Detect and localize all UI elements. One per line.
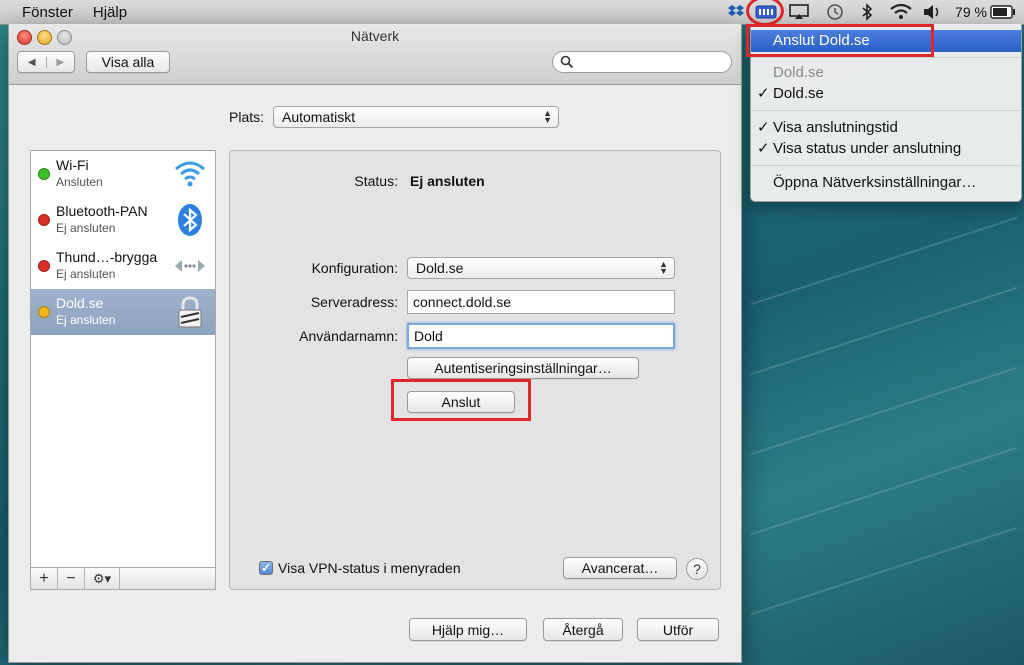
username-field[interactable] xyxy=(407,323,675,349)
updown-arrows-icon: ▲ ▼ xyxy=(543,108,552,125)
wifi-tray-icon[interactable] xyxy=(886,0,916,24)
authentication-settings-button[interactable]: Autentiseringsinställningar… xyxy=(407,357,639,379)
status-value: Ej ansluten xyxy=(410,173,485,189)
menu-item-show-connection-time[interactable]: ✓ Visa anslutningstid xyxy=(751,117,1021,139)
service-list: Wi-Fi Ansluten Bluetooth-PAN Ej ansluten… xyxy=(30,150,216,568)
add-service-button[interactable]: + xyxy=(31,568,58,589)
service-status: Ej ansluten xyxy=(56,267,116,281)
dropbox-icon[interactable] xyxy=(724,0,748,24)
service-status: Ej ansluten xyxy=(56,221,116,235)
status-dot xyxy=(38,214,50,226)
back-arrow-icon[interactable]: ◀ xyxy=(18,56,47,68)
vpn-status-menu: Anslut Dold.se Dold.se ✓ Dold.se ✓ Visa … xyxy=(750,24,1022,202)
menu-fonster[interactable]: Fönster xyxy=(0,4,83,21)
revert-button[interactable]: Återgå xyxy=(543,618,623,641)
show-all-button[interactable]: Visa alla xyxy=(86,51,170,73)
location-select[interactable]: Automatiskt ▲ ▼ xyxy=(273,106,559,128)
menu-separator xyxy=(751,57,1021,58)
window-title: Nätverk xyxy=(350,28,400,44)
back-forward-buttons[interactable]: ◀ ▶ xyxy=(17,51,75,73)
time-machine-icon[interactable] xyxy=(822,0,848,24)
menu-item-open-network-preferences[interactable]: Öppna Nätverksinställningar… xyxy=(751,172,1021,194)
advanced-button[interactable]: Avancerat… xyxy=(563,557,677,579)
forward-arrow-icon[interactable]: ▶ xyxy=(47,57,75,68)
search-icon xyxy=(560,55,574,69)
service-item-thunderbolt-bridge[interactable]: Thund…-brygga Ej ansluten xyxy=(31,243,215,289)
checkmark-icon: ✓ xyxy=(757,119,770,136)
status-dot xyxy=(38,260,50,272)
volume-icon[interactable] xyxy=(920,0,944,24)
menu-item-dold-se-header: Dold.se xyxy=(751,62,1021,84)
menu-item-dold-se[interactable]: ✓ Dold.se xyxy=(751,83,1021,105)
location-label: Plats: xyxy=(229,109,265,125)
bluetooth-icon xyxy=(178,204,202,236)
title-bar: Nätverk ◀ ▶ Visa alla xyxy=(9,24,741,85)
help-me-button[interactable]: Hjälp mig… xyxy=(409,618,527,641)
server-address-field[interactable] xyxy=(407,290,675,314)
configuration-label: Konfiguration: xyxy=(311,260,398,276)
service-list-toolbar: + − ⚙▾ xyxy=(30,568,216,590)
menu-item-label: Visa anslutningstid xyxy=(773,119,898,136)
status-dot xyxy=(38,306,50,318)
airplay-icon[interactable] xyxy=(786,0,812,24)
location-value: Automatiskt xyxy=(282,109,356,125)
menu-item-label: Dold.se xyxy=(773,64,824,81)
vpn-lock-icon xyxy=(178,296,202,328)
menu-item-label: Öppna Nätverksinställningar… xyxy=(773,174,977,191)
status-label: Status: xyxy=(354,173,398,189)
wallpaper-wave xyxy=(750,446,1018,536)
menu-item-label: Visa status under anslutning xyxy=(773,140,962,157)
search-input[interactable] xyxy=(579,54,729,72)
menu-item-label: Dold.se xyxy=(773,85,824,102)
wallpaper-wave xyxy=(750,216,1018,306)
checkmark-icon: ✓ xyxy=(757,140,770,157)
menu-separator xyxy=(751,165,1021,166)
vpn-detail-panel: Status: Ej ansluten Konfiguration: Dold.… xyxy=(229,150,721,590)
service-name: Bluetooth-PAN xyxy=(56,203,148,219)
battery-label: 79 % xyxy=(955,4,987,20)
vpn-status-checkbox[interactable]: ✓ xyxy=(259,561,273,575)
apply-button[interactable]: Utför xyxy=(637,618,719,641)
server-address-label: Serveradress: xyxy=(310,294,398,310)
menu-item-connect-dold-se[interactable]: Anslut Dold.se xyxy=(751,30,1021,52)
gear-menu-button[interactable]: ⚙▾ xyxy=(85,568,120,589)
menu-hjalp[interactable]: Hjälp xyxy=(83,4,137,21)
service-name: Wi-Fi xyxy=(56,157,89,173)
checkmark-icon: ✓ xyxy=(757,85,770,102)
battery-icon[interactable] xyxy=(988,0,1018,24)
configuration-value: Dold.se xyxy=(416,260,464,276)
username-label: Användarnamn: xyxy=(299,328,398,344)
configuration-select[interactable]: Dold.se ▲ ▼ xyxy=(407,257,675,279)
updown-arrows-icon: ▲ ▼ xyxy=(659,259,668,276)
thunderbolt-bridge-icon xyxy=(175,260,205,272)
vpn-status-checkbox-label[interactable]: Visa VPN-status i menyraden xyxy=(278,560,461,576)
remove-service-button[interactable]: − xyxy=(58,568,85,589)
network-preferences-window: Nätverk ◀ ▶ Visa alla Plats: Automatiskt… xyxy=(8,24,742,663)
search-field[interactable] xyxy=(552,51,732,73)
service-item-wifi[interactable]: Wi-Fi Ansluten xyxy=(31,151,215,197)
service-status: Ansluten xyxy=(56,175,103,189)
service-item-dold-se[interactable]: Dold.se Ej ansluten xyxy=(31,289,215,335)
service-status: Ej ansluten xyxy=(56,313,116,327)
menu-item-label: Anslut Dold.se xyxy=(773,32,870,49)
service-item-bluetooth-pan[interactable]: Bluetooth-PAN Ej ansluten xyxy=(31,197,215,243)
wallpaper-wave xyxy=(750,286,1018,376)
bluetooth-tray-icon[interactable] xyxy=(856,0,878,24)
wallpaper-wave xyxy=(750,366,1018,456)
wallpaper-wave xyxy=(750,526,1018,616)
menu-item-show-status-while-connecting[interactable]: ✓ Visa status under anslutning xyxy=(751,138,1021,160)
service-name: Thund…-brygga xyxy=(56,249,158,265)
connect-button[interactable]: Anslut xyxy=(407,391,515,413)
wifi-icon xyxy=(175,161,205,187)
service-name: Dold.se xyxy=(56,295,104,311)
status-dot xyxy=(38,168,50,180)
help-button[interactable]: ? xyxy=(686,558,708,580)
menu-separator xyxy=(751,110,1021,111)
